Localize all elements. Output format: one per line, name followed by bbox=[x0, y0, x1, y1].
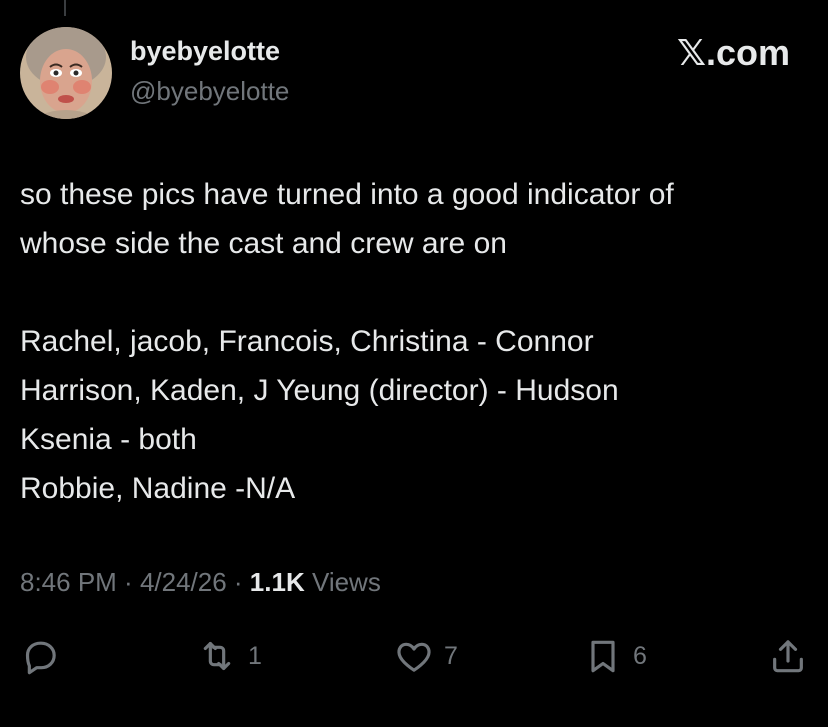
user-handle[interactable]: @byebyelotte bbox=[130, 76, 289, 107]
share-icon bbox=[773, 640, 803, 673]
profile-avatar-icon bbox=[20, 27, 112, 119]
tweet-line: Ksenia - both bbox=[20, 423, 197, 456]
thread-connector-line bbox=[64, 0, 66, 16]
bookmark-icon bbox=[591, 640, 615, 673]
retweet-icon bbox=[203, 641, 231, 671]
views-count[interactable]: 1.1K bbox=[250, 567, 305, 597]
heart-icon bbox=[397, 642, 431, 672]
retweet-count: 1 bbox=[248, 641, 262, 670]
avatar[interactable] bbox=[20, 27, 112, 119]
tweet-meta: 8:46 PM · 4/24/26 · 1.1K Views bbox=[20, 567, 381, 598]
tweet-line: so these pics have turned into a good in… bbox=[20, 178, 674, 211]
tweet-time[interactable]: 8:46 PM bbox=[20, 567, 117, 597]
tweet-line: Rachel, jacob, Francois, Christina - Con… bbox=[20, 325, 594, 358]
share-button[interactable] bbox=[768, 630, 818, 682]
display-name[interactable]: byebyelotte bbox=[130, 36, 280, 67]
bookmark-count: 6 bbox=[633, 641, 647, 670]
tweet-line: Harrison, Kaden, J Yeung (director) - Hu… bbox=[20, 374, 619, 407]
views-label: Views bbox=[304, 567, 381, 597]
retweet-button[interactable]: 1 bbox=[196, 630, 262, 682]
like-button[interactable]: 7 bbox=[394, 630, 458, 682]
reply-button[interactable] bbox=[20, 630, 70, 682]
meta-separator: · bbox=[116, 567, 140, 597]
x-brand-logo: 𝕏.com bbox=[676, 32, 790, 73]
tweet-line: whose side the cast and crew are on bbox=[20, 227, 507, 260]
reply-icon bbox=[25, 641, 56, 675]
meta-separator: · bbox=[226, 567, 250, 597]
bookmark-button[interactable]: 6 bbox=[583, 630, 647, 682]
action-bar: 1 7 6 bbox=[0, 630, 828, 682]
tweet-date[interactable]: 4/24/26 bbox=[140, 567, 227, 597]
like-count: 7 bbox=[444, 641, 458, 670]
tweet-text: so these pics have turned into a good in… bbox=[20, 170, 820, 513]
tweet-line: Robbie, Nadine -N/A bbox=[20, 472, 296, 505]
